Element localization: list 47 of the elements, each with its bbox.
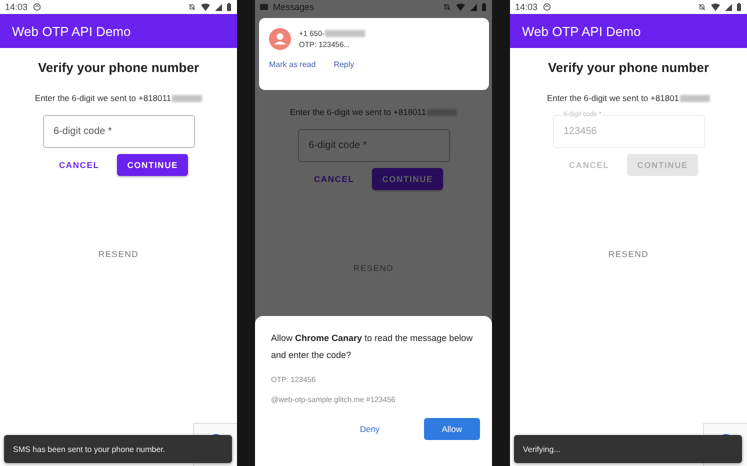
muted-bell-icon xyxy=(188,3,196,11)
app-title: Web OTP API Demo xyxy=(12,24,131,38)
notification-action[interactable]: Reply xyxy=(334,60,354,69)
signal-icon xyxy=(470,4,477,10)
snackbar-message: Verifying... xyxy=(523,444,560,454)
deny-button[interactable]: Deny xyxy=(342,418,398,440)
permission-prompt: Allow Chrome Canary to read the message below and enter the code? xyxy=(271,332,474,362)
sync-icon xyxy=(32,3,41,11)
continue-button[interactable]: CONTINUE xyxy=(117,154,188,176)
muted-bell-icon xyxy=(443,3,451,11)
signal-icon xyxy=(725,4,732,10)
blurred-number xyxy=(680,94,710,102)
resend-button[interactable]: RESEND xyxy=(602,248,655,260)
code-field[interactable]: 6-digit code * xyxy=(42,115,194,148)
battery-icon xyxy=(482,3,486,11)
field-value: 123456 xyxy=(564,126,597,137)
battery-icon xyxy=(227,3,231,11)
status-app-name: Messages xyxy=(273,2,314,12)
status-time: 14:03 xyxy=(515,2,538,12)
cancel-button[interactable]: CANCEL xyxy=(304,168,364,190)
app-title: Web OTP API Demo xyxy=(522,24,641,38)
allow-button[interactable]: Allow xyxy=(424,418,480,440)
battery-icon xyxy=(737,3,741,11)
instruction-text: Enter the 6-digit we sent to +818011 xyxy=(34,93,172,103)
field-placeholder: 6-digit code * xyxy=(308,140,367,151)
continue-button[interactable]: CONTINUE xyxy=(372,168,443,190)
notification-action[interactable]: Mark as read xyxy=(269,60,316,69)
status-time: 14:03 xyxy=(5,2,28,12)
snackbar-message: SMS has been sent to your phone number. xyxy=(13,444,166,454)
wifi-icon xyxy=(201,3,210,11)
signal-icon xyxy=(215,4,222,10)
wifi-icon xyxy=(711,3,720,11)
message-icon xyxy=(260,4,268,10)
blurred-number xyxy=(324,30,365,37)
cancel-button[interactable]: CANCEL xyxy=(48,154,110,176)
muted-bell-icon xyxy=(698,3,706,11)
field-placeholder: 6-digit code * xyxy=(54,126,112,137)
blurred-number xyxy=(172,94,202,102)
page-heading: Verify your phone number xyxy=(548,60,710,75)
instruction-text: Enter the 6-digit we sent to +81801 xyxy=(546,93,680,103)
page-heading: Verify your phone number xyxy=(38,60,200,75)
resend-button[interactable]: RESEND xyxy=(92,248,145,260)
instruction-text: Enter the 6-digit we sent to +818011 xyxy=(290,107,426,117)
wifi-icon xyxy=(456,3,465,11)
avatar-icon xyxy=(269,28,291,50)
sync-icon xyxy=(542,3,551,11)
code-field[interactable]: 6-digit code * xyxy=(298,129,450,162)
